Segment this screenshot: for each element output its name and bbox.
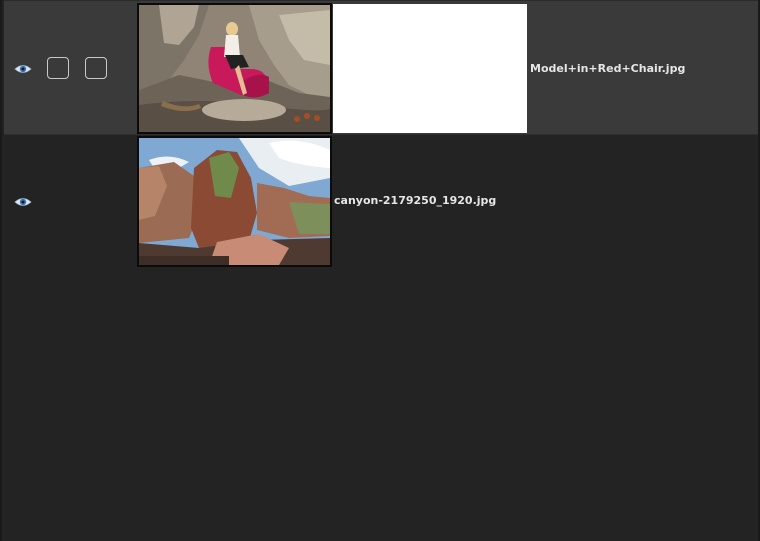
layer-thumbnail-model-red-chair[interactable]	[137, 3, 332, 134]
photo-canyon	[139, 138, 330, 265]
layer-lock-checkbox[interactable]	[85, 57, 107, 79]
layer-row-canyon[interactable]: canyon-2179250_1920.jpg	[4, 135, 758, 269]
layer-name[interactable]: Model+in+Red+Chair.jpg	[530, 62, 685, 75]
layer-name[interactable]: canyon-2179250_1920.jpg	[334, 194, 496, 207]
layer-mask-thumbnail[interactable]	[332, 3, 528, 134]
eye-icon[interactable]	[14, 196, 32, 208]
layer-thumbnail-canyon[interactable]	[137, 136, 332, 267]
layers-panel: Model+in+Red+Chair.jpg canyon-2179250_19…	[0, 0, 760, 541]
layer-row-model-red-chair[interactable]: Model+in+Red+Chair.jpg	[4, 0, 758, 135]
layer-link-checkbox[interactable]	[47, 57, 69, 79]
eye-icon[interactable]	[14, 63, 32, 75]
photo-model-red-chair	[139, 5, 330, 132]
